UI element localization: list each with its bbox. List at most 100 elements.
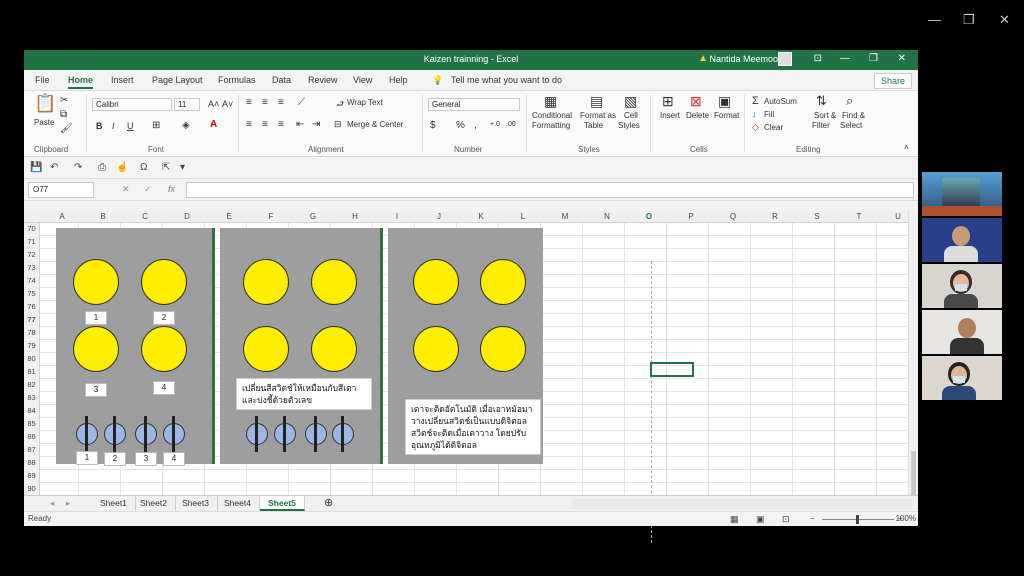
insert-cells-icon[interactable]: ⊞ <box>662 93 674 110</box>
format-cells-icon[interactable]: ▣ <box>718 93 731 110</box>
conditional-formatting-icon[interactable]: ▦ <box>544 93 557 110</box>
restore-icon[interactable]: ❐ <box>869 53 878 64</box>
orientation-icon[interactable]: ⟋ <box>298 97 305 108</box>
row-header[interactable]: 82 <box>24 380 39 389</box>
align-middle-icon[interactable]: ≡ <box>262 97 268 108</box>
sheet-tab[interactable]: Sheet3 <box>174 496 218 511</box>
formula-input[interactable] <box>186 182 914 198</box>
row-header[interactable]: 70 <box>24 224 39 233</box>
italic-button[interactable]: I <box>112 121 115 131</box>
align-bottom-icon[interactable]: ≡ <box>278 97 284 108</box>
stove-panel-auto[interactable]: เตาจะติดอัตโนมัติ เมื่อเอาหม้อมาวางเปลี่… <box>388 228 543 464</box>
video-tile-3[interactable] <box>922 264 1002 308</box>
stove-panel-before[interactable]: 1 2 3 4 1 2 3 4 <box>56 228 214 466</box>
row-header[interactable]: 72 <box>24 250 39 259</box>
autosum-button[interactable]: AutoSum <box>764 97 797 106</box>
touch-mode-icon[interactable]: ☝ <box>116 162 128 173</box>
merge-center-button[interactable]: Merge & Center <box>347 120 403 129</box>
video-tile-2[interactable] <box>922 218 1002 262</box>
delete-cells-button[interactable]: Delete <box>686 111 709 120</box>
row-header[interactable]: 74 <box>24 276 39 285</box>
row-header[interactable]: 87 <box>24 445 39 454</box>
row-header[interactable]: 76 <box>24 302 39 311</box>
row-header[interactable]: 85 <box>24 419 39 428</box>
stove-panel-colored-switch[interactable]: เปลี่ยนสีสวิตช์ให้เหมือนกับสีเตา และบ่งช… <box>220 228 380 464</box>
close-icon[interactable]: ✕ <box>898 53 906 64</box>
vertical-scrollbar[interactable] <box>908 211 918 495</box>
row-header[interactable]: 90 <box>24 484 39 493</box>
decrease-decimal-icon[interactable]: .00 <box>506 121 516 128</box>
font-size-select[interactable]: 11 <box>174 98 200 111</box>
insert-cells-button[interactable]: Insert <box>660 111 680 120</box>
row-header[interactable]: 81 <box>24 367 39 376</box>
font-name-select[interactable]: Calibri <box>92 98 172 111</box>
cell-styles-button-2[interactable]: Styles <box>618 121 640 130</box>
video-tile-5[interactable] <box>922 356 1002 400</box>
sheet-tab[interactable]: Sheet4 <box>216 496 260 511</box>
column-header[interactable]: R <box>769 212 781 221</box>
column-header[interactable]: B <box>97 212 109 221</box>
find-select-button-2[interactable]: Select <box>840 121 862 130</box>
column-header[interactable]: M <box>559 212 571 221</box>
column-header[interactable]: S <box>811 212 823 221</box>
column-header[interactable]: J <box>433 212 445 221</box>
column-header[interactable]: U <box>892 212 904 221</box>
row-header[interactable]: 88 <box>24 458 39 467</box>
row-header[interactable]: 75 <box>24 289 39 298</box>
align-center-icon[interactable]: ≡ <box>262 119 268 130</box>
conditional-formatting-button-2[interactable]: Formatting <box>532 121 570 130</box>
column-header[interactable]: P <box>685 212 697 221</box>
close-icon[interactable]: ✕ <box>999 12 1010 28</box>
row-header[interactable]: 86 <box>24 432 39 441</box>
row-header[interactable]: 79 <box>24 341 39 350</box>
percent-button[interactable]: % <box>456 120 465 131</box>
merge-icon[interactable]: ⊟ <box>334 119 342 130</box>
row-header[interactable]: 78 <box>24 328 39 337</box>
find-select-icon[interactable]: ⌕ <box>846 93 853 109</box>
column-header[interactable]: Q <box>727 212 739 221</box>
cell-styles-icon[interactable]: ▧ <box>624 93 637 110</box>
row-header[interactable]: 73 <box>24 263 39 272</box>
increase-indent-icon[interactable]: ⇥ <box>312 119 320 130</box>
minimize-icon[interactable]: — <box>928 12 941 27</box>
add-sheet-icon[interactable]: ⊕ <box>316 496 341 511</box>
tab-file[interactable]: File <box>35 75 50 85</box>
avatar[interactable] <box>778 52 792 66</box>
zoom-slider-knob[interactable] <box>856 515 859 524</box>
sort-filter-icon[interactable]: ⇅ <box>816 93 827 109</box>
number-format-select[interactable]: General <box>428 98 520 111</box>
scroll-thumb[interactable] <box>911 451 916 495</box>
zoom-out-icon[interactable]: − <box>810 514 815 523</box>
clear-icon[interactable]: ◇ <box>752 122 759 133</box>
user-name[interactable]: Nantida Meemoo <box>709 54 778 64</box>
bold-button[interactable]: B <box>96 121 103 131</box>
cell-styles-button[interactable]: Cell <box>624 111 638 120</box>
conditional-formatting-button[interactable]: Conditional <box>532 111 572 120</box>
wrap-text-icon[interactable]: ⮐ <box>336 97 344 113</box>
collapse-ribbon-icon[interactable]: ˄ <box>904 143 909 152</box>
column-header[interactable]: H <box>349 212 361 221</box>
page-layout-view-icon[interactable]: ▣ <box>756 514 765 525</box>
video-tile-1[interactable] <box>922 172 1002 216</box>
align-left-icon[interactable]: ≡ <box>246 119 252 130</box>
column-header[interactable]: D <box>181 212 193 221</box>
minimize-icon[interactable]: — <box>840 53 850 64</box>
cut-icon[interactable]: ✂ <box>60 95 68 106</box>
column-header[interactable]: F <box>265 212 277 221</box>
sheet-tab[interactable]: Sheet2 <box>132 496 176 511</box>
next-sheet-icon[interactable]: ▸ <box>58 496 78 511</box>
fill-button[interactable]: Fill <box>764 110 774 119</box>
row-header[interactable]: 84 <box>24 406 39 415</box>
video-tile-4[interactable] <box>922 310 1002 354</box>
symbol-icon[interactable]: Ω <box>140 162 147 173</box>
format-painter-icon[interactable]: 🖌 <box>60 123 73 134</box>
comma-button[interactable]: , <box>474 120 477 131</box>
tab-review[interactable]: Review <box>308 75 338 85</box>
tab-view[interactable]: View <box>353 75 372 85</box>
underline-button[interactable]: U <box>127 121 134 131</box>
column-header-active[interactable]: O <box>643 212 655 221</box>
format-as-table-button-2[interactable]: Table <box>584 121 603 130</box>
row-header[interactable]: 80 <box>24 354 39 363</box>
row-header[interactable]: 89 <box>24 471 39 480</box>
share-button[interactable]: Share <box>873 73 912 89</box>
